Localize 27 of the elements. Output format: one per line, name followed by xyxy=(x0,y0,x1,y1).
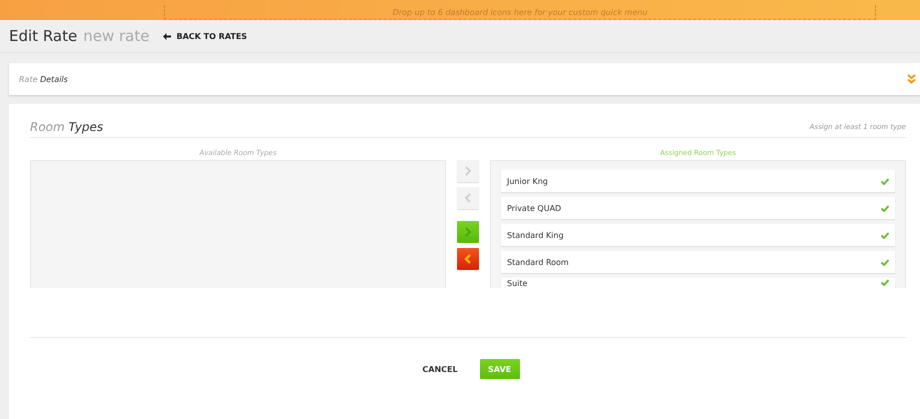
list-item[interactable]: Standard Room xyxy=(501,251,895,273)
back-link[interactable]: BACK TO RATES xyxy=(163,32,248,40)
item-label: Private QUAD xyxy=(507,204,562,212)
assigned-list[interactable]: Junior Kng Private QUAD Standard King Standard Room Suite xyxy=(490,160,906,288)
list-item[interactable]: Junior Kng xyxy=(501,170,895,192)
chevron-right-icon xyxy=(464,227,472,237)
chevron-icon[interactable] xyxy=(907,74,916,84)
page-subtitle: new rate xyxy=(83,27,150,45)
list-item[interactable]: Standard King xyxy=(501,224,895,246)
list-item[interactable]: Private QUAD xyxy=(501,197,895,219)
item-label: Junior Kng xyxy=(507,176,548,186)
item-label: Standard King xyxy=(507,230,564,240)
item-label: Suite xyxy=(507,279,528,288)
rate-details-panel[interactable]: Rate Details xyxy=(9,63,920,95)
move-button[interactable] xyxy=(457,248,479,270)
chevron-right-icon xyxy=(464,166,472,176)
cancel-button[interactable]: CANCEL xyxy=(416,359,464,379)
item-label: Standard Room xyxy=(507,258,569,266)
available-list[interactable] xyxy=(30,160,446,288)
chevron-left-icon xyxy=(464,193,472,203)
page-title: Edit Rate xyxy=(9,27,78,45)
list-item[interactable]: Suite xyxy=(501,278,895,288)
move-button[interactable] xyxy=(457,221,479,243)
panel-title: Rate Details xyxy=(19,74,68,84)
chevron-left-icon xyxy=(464,254,472,264)
left-arrow-icon xyxy=(163,32,172,40)
section-title: Room Types xyxy=(30,120,104,134)
